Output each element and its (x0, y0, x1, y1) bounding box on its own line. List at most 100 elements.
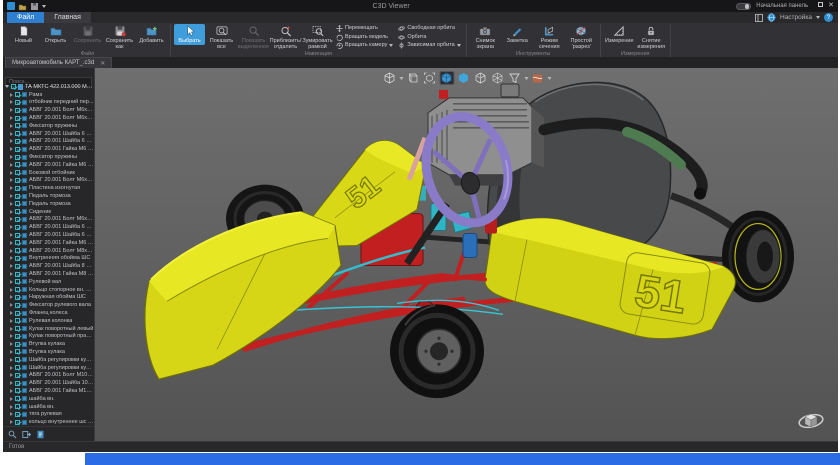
visibility-checkbox[interactable] (15, 264, 20, 269)
zoom-in-out-button[interactable]: Приблизить/ отдалить (270, 24, 301, 51)
visibility-checkbox[interactable] (15, 209, 20, 214)
select-button[interactable]: Выбрать (174, 24, 205, 45)
tree-item[interactable]: Рама (3, 91, 94, 99)
rotate-model-button[interactable]: Вращать модель (336, 34, 393, 41)
tree-item[interactable]: АБВГ 20.001 Болт М6х45 ... (3, 216, 94, 224)
tree-item[interactable]: шайба вн. (3, 403, 94, 411)
visibility-checkbox[interactable] (15, 357, 20, 362)
tree-item[interactable]: АБВГ 20.001 Болт М6х22 ... (3, 114, 94, 122)
chevron-right-icon[interactable] (10, 163, 13, 167)
visibility-checkbox[interactable] (15, 233, 20, 238)
tree-item[interactable]: отбойник передний пер... (3, 99, 94, 107)
view-orientation-caret-icon[interactable] (399, 77, 403, 80)
tree-item[interactable]: Боковой отбойник (3, 169, 94, 177)
tree-item[interactable]: Сидение (3, 208, 94, 216)
tree-item[interactable]: Кольцо стопорное вн. ШС (3, 286, 94, 294)
filter-caret-icon[interactable] (524, 77, 528, 80)
visibility-checkbox[interactable] (15, 287, 20, 292)
visibility-checkbox[interactable] (15, 225, 20, 230)
tree-item[interactable]: Фиксатор рулевого вала (3, 301, 94, 309)
locked-orbit-button[interactable]: Зависимая орбита (398, 42, 460, 49)
tree-item[interactable]: АБВГ 20.001 Болт М6х22 ... (3, 106, 94, 114)
web-icon[interactable] (767, 13, 776, 22)
visibility-checkbox[interactable] (15, 279, 20, 284)
tree-item[interactable]: АБВГ 20.001 Гайка М6 ПО... (3, 161, 94, 169)
settings-menu[interactable]: Настройка (780, 14, 812, 21)
orbit-button[interactable]: Орбита (398, 34, 460, 41)
viewport-3d[interactable]: 51 (95, 68, 838, 441)
chevron-right-icon[interactable] (10, 256, 13, 260)
find-in-tree-button[interactable] (8, 430, 17, 439)
quick-access-caret-icon[interactable] (42, 5, 46, 8)
show-all-button[interactable]: Показать все (206, 24, 237, 51)
video-progress-bar[interactable] (85, 453, 840, 465)
tree-item[interactable]: Шайба регулировки кула... (3, 364, 94, 372)
visibility-checkbox[interactable] (15, 365, 20, 370)
visibility-checkbox[interactable] (15, 311, 20, 316)
chevron-right-icon[interactable] (10, 155, 13, 159)
tab-home[interactable]: Главная (44, 12, 91, 23)
tree-item[interactable]: АБВГ 20.001 Гайка М8 ПО... (3, 270, 94, 278)
chevron-right-icon[interactable] (10, 186, 13, 190)
chevron-right-icon[interactable] (10, 241, 13, 245)
visibility-checkbox[interactable] (15, 404, 20, 409)
visibility-checkbox[interactable] (15, 342, 20, 347)
tree-item[interactable]: Рулевая колонка (3, 317, 94, 325)
visibility-checkbox[interactable] (15, 217, 20, 222)
section-mode-button[interactable]: Режим сечения (534, 24, 565, 51)
visibility-checkbox[interactable] (15, 349, 20, 354)
tree-item[interactable]: Педаль тормоза (3, 192, 94, 200)
tree-item[interactable]: Втулка кулака (3, 340, 94, 348)
tree-item[interactable]: Фланец колеса (3, 309, 94, 317)
zoom-to-selection-button[interactable] (422, 71, 437, 85)
display-hidden-lines-button[interactable] (473, 71, 488, 85)
visibility-checkbox[interactable] (15, 186, 20, 191)
screenshot-button[interactable]: Снимок экрана (470, 24, 501, 51)
chevron-right-icon[interactable] (10, 358, 13, 362)
visibility-checkbox[interactable] (15, 303, 20, 308)
tree-item[interactable]: АБВГ 20.001 Шайба 10 ПТ... (3, 379, 94, 387)
display-wireframe-button[interactable] (490, 71, 505, 85)
chevron-right-icon[interactable] (10, 225, 13, 229)
view-orientation-button[interactable] (382, 71, 397, 85)
visibility-checkbox[interactable] (15, 326, 20, 331)
chevron-right-icon[interactable] (10, 272, 13, 276)
free-orbit-button[interactable]: Свободная орбита (398, 25, 460, 32)
chevron-right-icon[interactable] (10, 108, 13, 112)
show-selection-button[interactable]: Показать выделенное (238, 24, 269, 51)
chevron-right-icon[interactable] (10, 319, 13, 323)
tree-item[interactable]: АБВГ 20.001 Болт М6х20 ... (3, 177, 94, 185)
open-quick-icon[interactable] (18, 2, 27, 11)
appearance-caret-icon[interactable] (547, 77, 551, 80)
simple-cut-button[interactable]: Простой 'разрез' (566, 24, 597, 51)
close-button[interactable]: ✕ (828, 2, 834, 10)
visibility-checkbox[interactable] (15, 201, 20, 206)
save-quick-icon[interactable] (30, 2, 39, 11)
rotate-camera-button[interactable]: Вращать камеру (336, 42, 393, 49)
chevron-right-icon[interactable] (10, 389, 13, 393)
document-tab[interactable]: Микроавтомобиль КАРТ_.c3d ✕ (5, 57, 112, 68)
visibility-checkbox[interactable] (15, 240, 20, 245)
tree-item[interactable]: АБВГ 20.001 Шайба 6 НТ... (3, 138, 94, 146)
tree-item[interactable]: Пластина изогнутая (3, 184, 94, 192)
tree-item[interactable]: АБВГ 20.001 Шайба 6 ПОС... (3, 223, 94, 231)
visibility-checkbox[interactable] (15, 147, 20, 152)
visibility-checkbox[interactable] (11, 84, 16, 89)
start-panel-toggle[interactable] (736, 3, 751, 10)
chevron-right-icon[interactable] (10, 327, 13, 331)
tree-item[interactable]: АБВГ 20.001 Болт М8х75 ... (3, 247, 94, 255)
visibility-checkbox[interactable] (15, 100, 20, 105)
tree-item[interactable]: Шайба регулировки кула... (3, 356, 94, 364)
visibility-checkbox[interactable] (15, 170, 20, 175)
open-button[interactable]: Открыть (40, 24, 71, 45)
visibility-checkbox[interactable] (15, 155, 20, 160)
add-button[interactable]: Добавить (136, 24, 167, 45)
visibility-checkbox[interactable] (15, 139, 20, 144)
display-shaded-edges-button[interactable] (439, 71, 454, 85)
tree-item[interactable]: АБВГ 20.001 Болт М10х75... (3, 371, 94, 379)
tree-item[interactable]: Педаль тормоза (3, 200, 94, 208)
visibility-checkbox[interactable] (15, 131, 20, 136)
tree-item[interactable]: Втулка кулака (3, 348, 94, 356)
visibility-checkbox[interactable] (15, 388, 20, 393)
tree-item[interactable]: АБВГ 20.001 Гайка М6 ПО... (3, 145, 94, 153)
